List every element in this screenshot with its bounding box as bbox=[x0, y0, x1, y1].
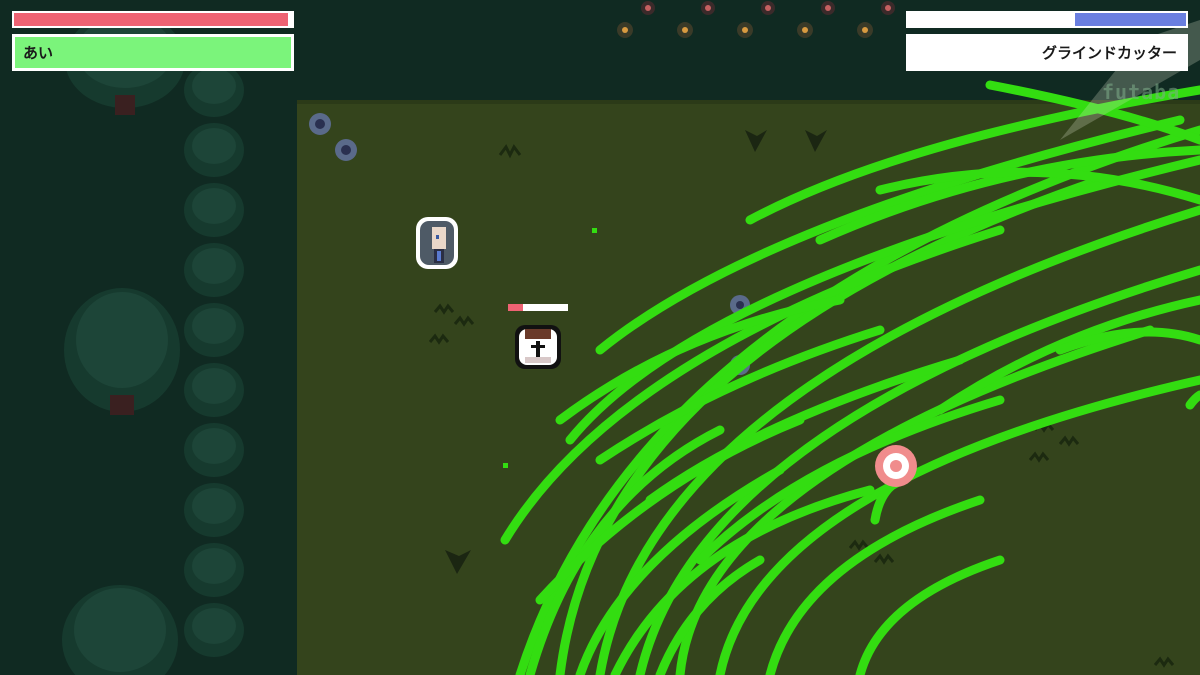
target-reticle-icon[interactable] bbox=[875, 445, 917, 487]
game-viewport[interactable]: あい グラインドカッター futaba bbox=[0, 0, 1200, 675]
player-character-icon[interactable] bbox=[416, 217, 458, 269]
tree-icon bbox=[184, 363, 244, 417]
tree-icon bbox=[184, 243, 244, 297]
enemy-skill-bar bbox=[906, 11, 1188, 28]
enemy-skill-name-label: グラインドカッター bbox=[1041, 44, 1177, 62]
grass-field bbox=[297, 100, 1200, 675]
enemy-skill-panel: グラインドカッター bbox=[906, 34, 1188, 71]
tree-icon bbox=[184, 303, 244, 357]
tree-icon bbox=[184, 63, 244, 117]
flower-icon bbox=[309, 113, 331, 135]
enemy-overhead-hp-bar bbox=[508, 304, 568, 311]
player-name-label: あい bbox=[23, 44, 54, 62]
player-hp-fill bbox=[14, 13, 288, 26]
flower-icon bbox=[335, 139, 357, 161]
watermark-label: futaba bbox=[1102, 80, 1181, 104]
tree-icon bbox=[184, 483, 244, 537]
enemy-character-icon[interactable] bbox=[515, 325, 561, 369]
tree-icon bbox=[184, 423, 244, 477]
game-scene bbox=[0, 0, 1200, 675]
tree-icon bbox=[184, 603, 244, 657]
tree-icon bbox=[184, 123, 244, 177]
tree-icon bbox=[184, 543, 244, 597]
tree-icon bbox=[184, 183, 244, 237]
player-hp-bar bbox=[12, 11, 294, 28]
player-name-panel: あい bbox=[12, 34, 294, 71]
enemy-skill-fill bbox=[1074, 13, 1186, 26]
